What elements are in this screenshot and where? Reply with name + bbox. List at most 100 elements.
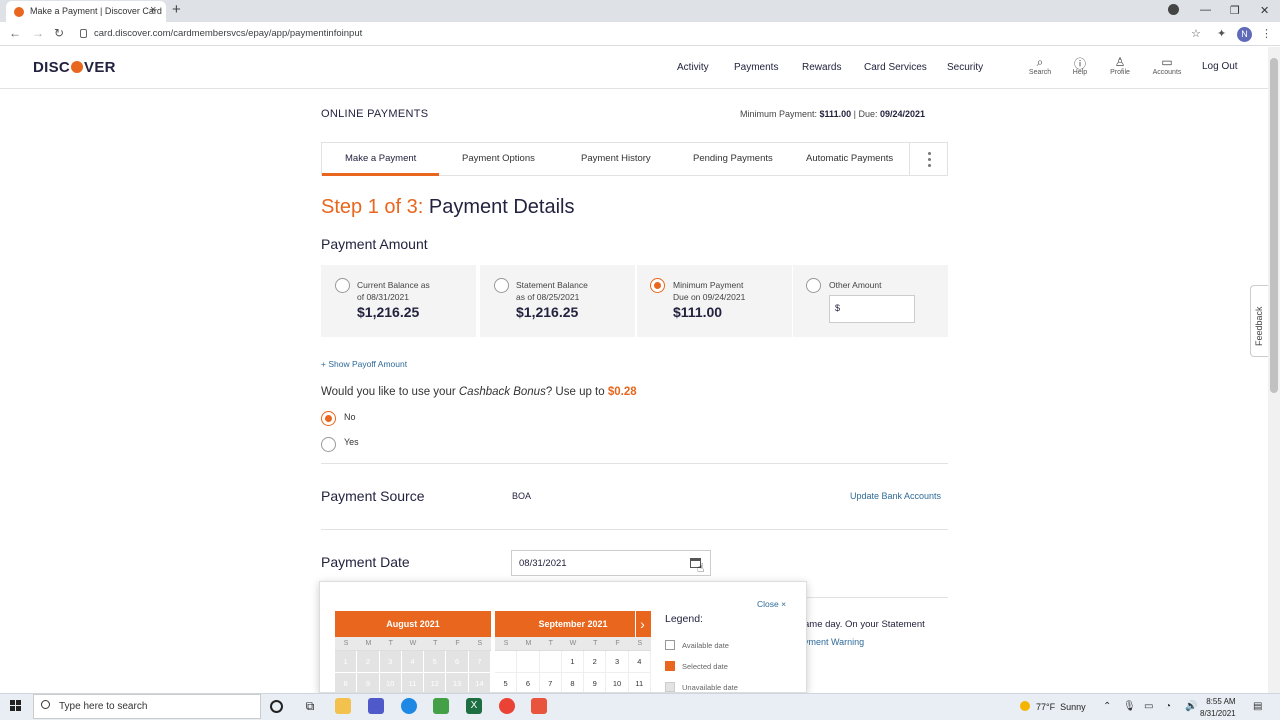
amount-option-current-balance[interactable]: Current Balance as of 08/31/2021 $1,216.2… xyxy=(321,265,476,337)
taskbar-clock[interactable]: 8:55 AM 8/31/2021 xyxy=(1200,696,1236,720)
window-close-icon[interactable]: ✕ xyxy=(1260,4,1269,17)
calendar-day[interactable]: 11 xyxy=(629,673,651,692)
bookmark-star-icon[interactable]: ☆ xyxy=(1191,27,1201,40)
app-icon[interactable] xyxy=(531,698,547,714)
header-profile-button[interactable]: ♙ Profile xyxy=(1100,55,1140,76)
notifications-icon[interactable]: ▤ xyxy=(1253,701,1262,712)
nav-payments[interactable]: Payments xyxy=(734,62,778,73)
tab-payment-options[interactable]: Payment Options xyxy=(462,153,535,164)
radio-current-balance[interactable] xyxy=(335,278,350,293)
header-search-button[interactable]: ⌕ Search xyxy=(1020,55,1060,76)
payment-info-text: ame day. On your Statement xyxy=(804,619,925,630)
calendar-day[interactable]: 1 xyxy=(561,651,585,673)
calendar-day[interactable]: 3 xyxy=(606,651,629,673)
nav-activity[interactable]: Activity xyxy=(677,62,709,73)
tray-chevron-icon[interactable]: ⌃ xyxy=(1103,701,1111,712)
divider xyxy=(321,463,948,464)
tab-close-icon[interactable]: × xyxy=(150,4,156,16)
calendar-day[interactable]: 6 xyxy=(517,673,540,692)
show-payoff-link[interactable]: + Show Payoff Amount xyxy=(321,359,407,369)
search-icon: ⌕ xyxy=(1036,55,1044,69)
other-amount-input[interactable]: $ xyxy=(829,295,915,323)
nav-rewards[interactable]: Rewards xyxy=(802,62,841,73)
calendar-day[interactable]: 4 xyxy=(628,651,651,673)
back-icon[interactable]: ← xyxy=(9,26,21,40)
teams-icon[interactable] xyxy=(368,698,384,714)
calendar-close-button[interactable]: Close × xyxy=(757,599,786,609)
tab-payment-history[interactable]: Payment History xyxy=(581,153,651,164)
chrome-menu-icon[interactable] xyxy=(1168,4,1179,15)
payment-warning-link[interactable]: yment Warning xyxy=(804,637,864,647)
minimize-icon[interactable]: — xyxy=(1200,4,1211,16)
new-tab-button[interactable]: + xyxy=(172,1,181,18)
calendar-day[interactable]: 7 xyxy=(540,673,562,692)
task-view-icon[interactable]: ⧉ xyxy=(302,698,318,714)
calendar-week: 1234567 xyxy=(335,651,491,673)
payment-date-input[interactable]: 08/31/2021 xyxy=(511,550,711,576)
calendar-day[interactable]: 10 xyxy=(606,673,629,692)
volume-icon[interactable]: 🔊 xyxy=(1185,701,1197,712)
url-field[interactable]: card.discover.com/cardmembersvcs/epay/ap… xyxy=(76,25,1236,43)
more-menu-icon[interactable]: ⋮ xyxy=(1261,27,1272,40)
radio-statement-balance[interactable] xyxy=(494,278,509,293)
calendar-day: 6 xyxy=(446,651,469,673)
chrome-icon[interactable] xyxy=(499,698,515,714)
tab-automatic-payments[interactable]: Automatic Payments xyxy=(806,153,893,164)
file-explorer-icon[interactable] xyxy=(335,698,351,714)
nav-card-services[interactable]: Card Services xyxy=(864,62,927,73)
step-heading: Step 1 of 3: Payment Details xyxy=(321,196,575,218)
calendar-day: 10 xyxy=(379,673,402,692)
calendar-month-august: August 2021 SMTWTFS 1234567 8 9 10 11 12 13 14 xyxy=(335,611,491,692)
tab-make-a-payment[interactable]: Make a Payment xyxy=(345,153,416,164)
calendar-month-september: September 2021 › SMTWTFS 1234 5 6 7 8 9 10 11 xyxy=(495,611,651,692)
weather-widget[interactable]: 77°F Sunny xyxy=(1020,701,1086,712)
amount-option-statement-balance[interactable]: Statement Balance as of 08/25/2021 $1,216… xyxy=(480,265,635,337)
calendar-day[interactable]: 8 xyxy=(562,673,585,692)
tab-pending-payments[interactable]: Pending Payments xyxy=(693,153,773,164)
calendar-day[interactable]: 5 xyxy=(495,673,518,692)
app-icon[interactable] xyxy=(401,698,417,714)
payment-tabs: Make a Payment Payment Options Payment H… xyxy=(321,142,948,176)
network-icon[interactable]: ◔ xyxy=(1165,701,1171,712)
excel-icon[interactable]: X xyxy=(466,698,482,714)
battery-icon[interactable]: ▭ xyxy=(1144,701,1153,712)
tabs-more-button[interactable] xyxy=(909,143,948,175)
cashback-question: Would you like to use your Cashback Bonu… xyxy=(321,386,637,398)
profile-icon: ♙ xyxy=(1114,55,1126,69)
header-accounts-button[interactable]: ▭ Accounts xyxy=(1147,55,1187,76)
calendar-week: 5 6 7 8 9 10 11 xyxy=(495,673,651,692)
radio-other-amount[interactable] xyxy=(806,278,821,293)
update-bank-accounts-link[interactable]: Update Bank Accounts xyxy=(850,491,941,501)
feedback-tab[interactable]: Feedback xyxy=(1250,285,1268,357)
browser-tab[interactable]: Make a Payment | Discover Card × xyxy=(6,1,166,22)
calendar-day[interactable]: 9 xyxy=(584,673,607,692)
app-icon[interactable] xyxy=(433,698,449,714)
calendar-day[interactable]: 2 xyxy=(584,651,607,673)
scrollbar-thumb[interactable] xyxy=(1270,58,1278,393)
lock-icon xyxy=(80,29,87,38)
profile-avatar[interactable]: N xyxy=(1237,27,1252,42)
calendar-day: 1 xyxy=(335,651,358,673)
nav-security[interactable]: Security xyxy=(947,62,983,73)
amount-option-other[interactable]: Other Amount $ xyxy=(793,265,948,337)
discover-logo[interactable]: DISC VER xyxy=(33,59,116,76)
restore-icon[interactable]: ❐ xyxy=(1230,4,1240,17)
extensions-icon[interactable]: ✦ xyxy=(1217,27,1226,40)
microphone-icon[interactable]: 🎙 xyxy=(1123,701,1136,712)
radio-cashback-yes[interactable] xyxy=(321,437,336,452)
next-month-icon[interactable]: › xyxy=(635,611,649,637)
radio-minimum-payment[interactable] xyxy=(650,278,665,293)
logout-link[interactable]: Log Out xyxy=(1202,61,1238,72)
current-balance-amount: $1,216.25 xyxy=(357,304,420,320)
forward-icon[interactable]: → xyxy=(32,26,44,40)
minimum-payment-amount: $111.00 xyxy=(673,304,723,320)
header-help-button[interactable]: ⓘ Help xyxy=(1060,55,1100,76)
windows-start-icon[interactable] xyxy=(10,700,22,712)
amount-option-minimum-payment[interactable]: Minimum Payment Due on 09/24/2021 $111.00 xyxy=(637,265,792,337)
payment-amount-heading: Payment Amount xyxy=(321,236,428,252)
cortana-icon[interactable] xyxy=(270,700,283,713)
reload-icon[interactable]: ↻ xyxy=(54,26,64,40)
radio-cashback-no[interactable] xyxy=(321,411,336,426)
taskbar-search-box[interactable]: Type here to search xyxy=(33,694,261,719)
help-icon: ⓘ xyxy=(1073,57,1086,71)
